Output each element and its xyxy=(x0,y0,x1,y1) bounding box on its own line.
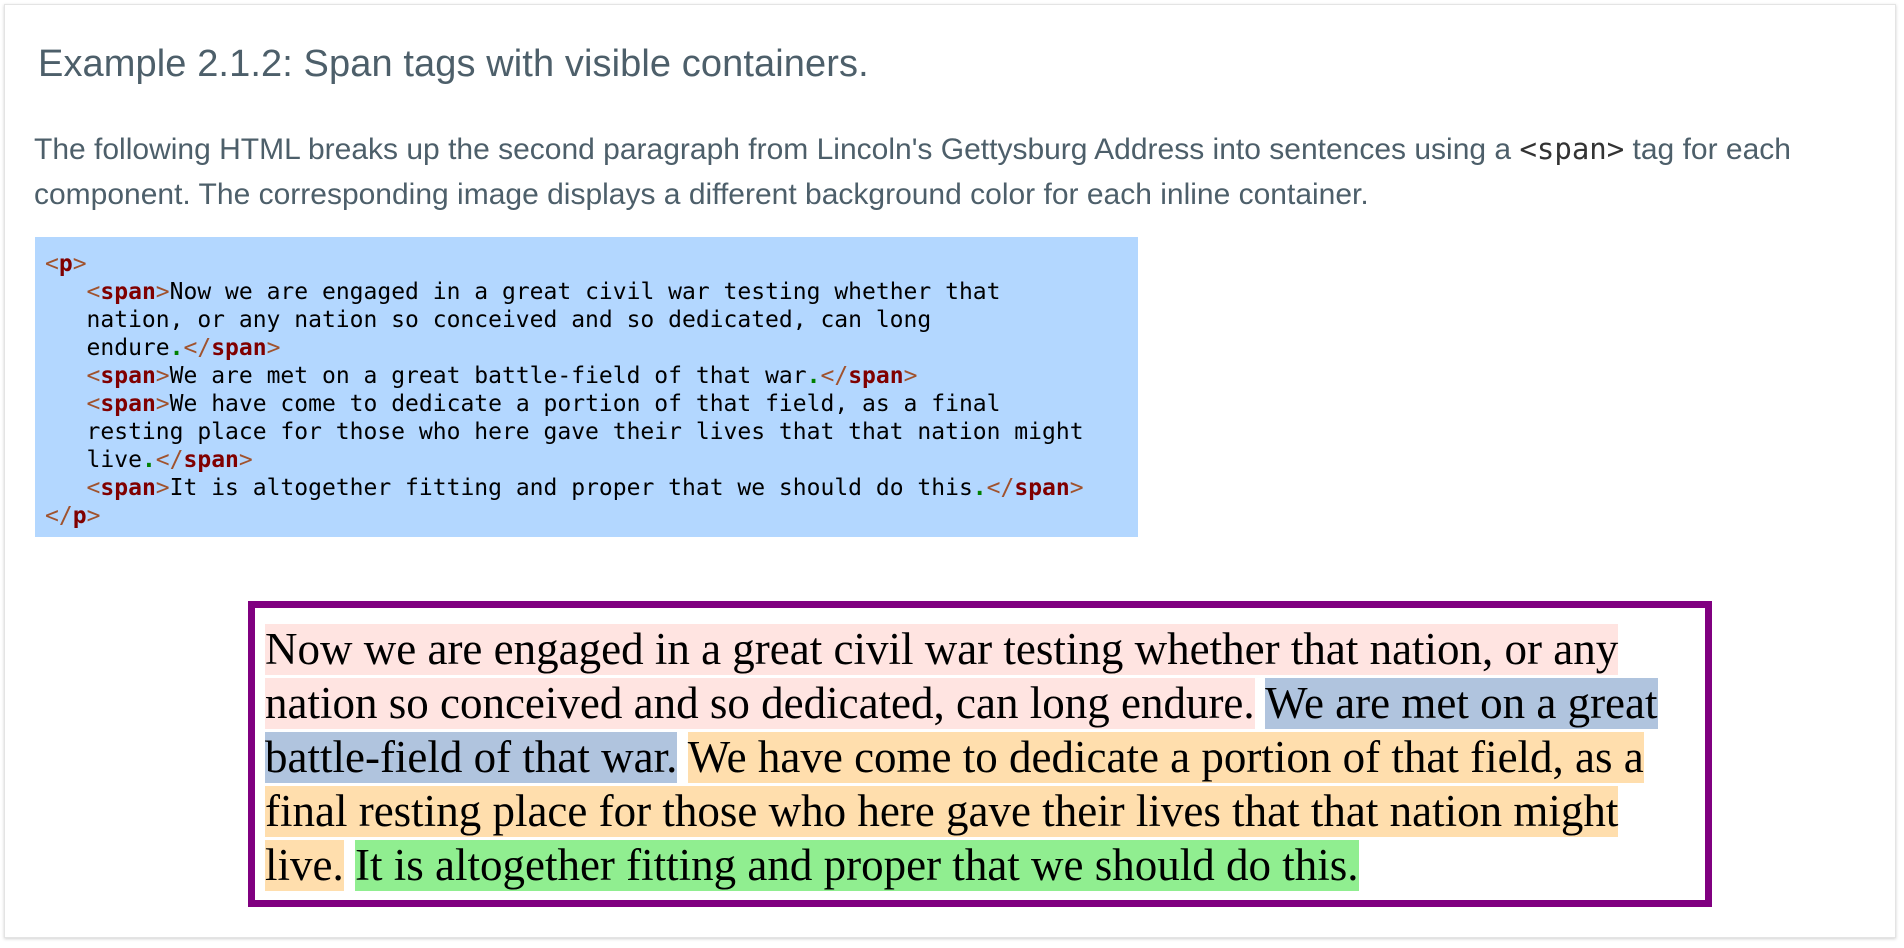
code-line: It is altogether fitting and proper that… xyxy=(169,475,973,501)
example-card: Example 2.1.2: Span tags with visible co… xyxy=(4,4,1896,938)
code-line: nation, or any nation so conceived and s… xyxy=(86,307,932,333)
code-line: We have come to dedicate a portion of th… xyxy=(169,391,1001,417)
code-line: We are met on a great battle-field of th… xyxy=(169,363,807,389)
code-line: live xyxy=(86,447,142,473)
html-code: <p> <span>Now we are engaged in a great … xyxy=(45,251,1084,529)
inline-code-span: <span> xyxy=(1519,132,1625,166)
code-line: resting place for those who here gave th… xyxy=(86,419,1084,445)
rendered-paragraph: Now we are engaged in a great civil war … xyxy=(265,622,1705,892)
code-block: <p> <span>Now we are engaged in a great … xyxy=(35,237,1138,537)
sentence-span-4: It is altogether fitting and proper that… xyxy=(354,840,1359,891)
rendered-output: Now we are engaged in a great civil war … xyxy=(248,601,1712,907)
code-line: Now we are engaged in a great civil war … xyxy=(169,279,1001,305)
intro-text-start: The following HTML breaks up the second … xyxy=(34,133,1520,166)
example-title: Example 2.1.2: Span tags with visible co… xyxy=(38,43,869,85)
example-description: The following HTML breaks up the second … xyxy=(34,127,1896,217)
code-line: endure xyxy=(86,335,170,361)
